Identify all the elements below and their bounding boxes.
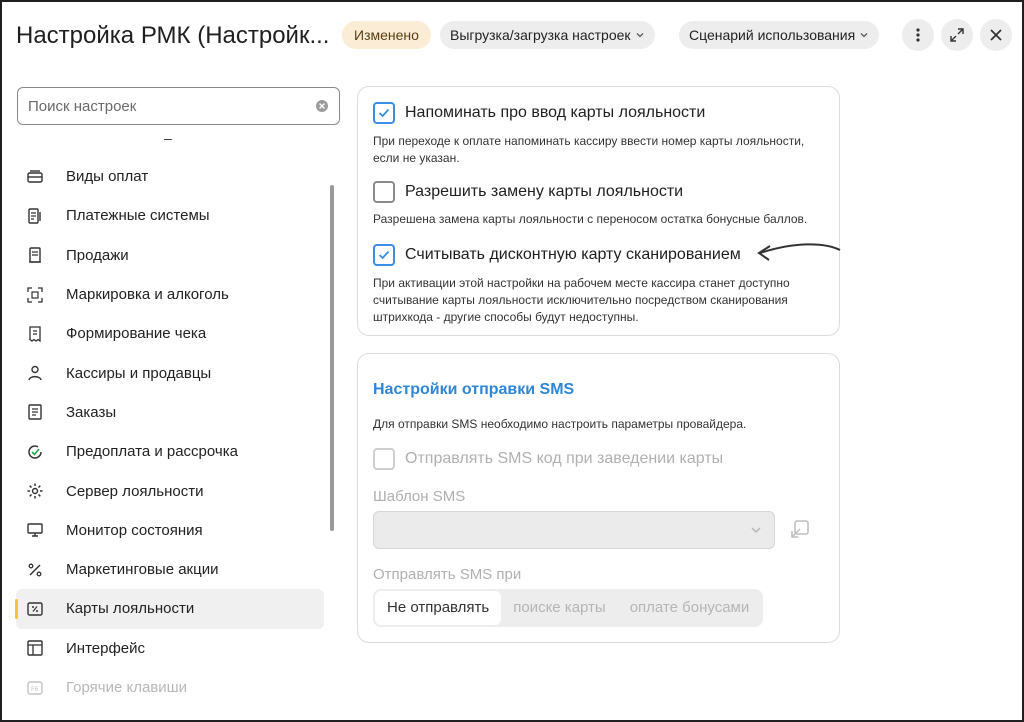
sidebar-item-label: Формирование чека	[66, 325, 207, 343]
sidebar-item-label: Кассиры и продавцы	[66, 364, 212, 382]
more-button[interactable]	[902, 19, 934, 51]
interface-icon	[26, 639, 44, 657]
sidebar-item-label: Маркировка и алкоголь	[66, 286, 229, 304]
more-vertical-icon	[916, 28, 920, 42]
sidebar-item-orders[interactable]: Заказы	[16, 393, 324, 432]
send-sms-code-label: Отправлять SMS код при заведении карты	[405, 450, 724, 467]
search-input[interactable]	[28, 97, 315, 115]
page-title: Настройка РМК (Настройк...	[16, 22, 330, 49]
changed-badge: Изменено	[342, 21, 431, 49]
send-when-option-none[interactable]: Не отправлять	[375, 591, 502, 625]
sidebar-item-hotkeys[interactable]: F6 Горячие клавиши	[16, 668, 324, 707]
prepayment-icon	[26, 443, 44, 461]
monitor-icon	[26, 521, 44, 539]
chevron-down-icon	[751, 527, 761, 533]
sales-icon	[26, 246, 44, 264]
sms-settings-card: Настройки отправки SMS Для отправки SMS …	[357, 353, 840, 643]
payment-types-icon	[26, 168, 44, 186]
chevron-down-icon	[636, 33, 644, 38]
allow-replace-label: Разрешить замену карты лояльности	[405, 183, 684, 200]
sms-description: Для отправки SMS необходимо настроить па…	[373, 417, 747, 431]
sidebar-item-loyalty-server[interactable]: Сервер лояльности	[16, 471, 324, 510]
payment-systems-icon	[26, 207, 44, 225]
allow-replace-option[interactable]: Разрешить замену карты лояльности	[373, 181, 683, 203]
open-template-icon[interactable]	[790, 519, 810, 539]
settings-window: Настройка РМК (Настройк... Изменено Выгр…	[0, 0, 1024, 722]
sidebar-item-label: Горячие клавиши	[66, 679, 188, 696]
send-when-label: Отправлять SMS при	[373, 566, 522, 583]
receipt-icon	[26, 325, 44, 343]
sidebar-item-label: Виды оплат	[66, 168, 149, 186]
expand-button[interactable]	[941, 19, 973, 51]
sidebar-item-payment-types[interactable]: Виды оплат	[16, 157, 324, 196]
sidebar-item-marking[interactable]: Маркировка и алкоголь	[16, 275, 324, 314]
sidebar-item-label: Маркетинговые акции	[66, 561, 219, 579]
close-icon	[990, 29, 1002, 41]
search-box	[17, 87, 340, 125]
sidebar-item-interface[interactable]: Интерфейс	[16, 629, 324, 668]
sidebar-item-cashiers[interactable]: Кассиры и продавцы	[16, 353, 324, 392]
sms-template-label: Шаблон SMS	[373, 488, 466, 505]
expand-icon	[950, 28, 964, 42]
scan-only-label: Считывать дисконтную карту сканированием	[405, 246, 741, 263]
clear-search-icon[interactable]	[315, 99, 329, 113]
svg-text:F6: F6	[31, 686, 38, 693]
allow-replace-checkbox[interactable]	[373, 181, 395, 203]
sidebar-item-label: Сервер лояльности	[66, 482, 204, 500]
send-sms-code-checkbox[interactable]	[373, 448, 395, 470]
scenario-menu[interactable]: Сценарий использования	[679, 21, 880, 49]
sidebar-item-label: Предоплата и рассрочка	[66, 443, 238, 461]
chevron-down-icon	[860, 33, 868, 38]
sidebar-item-label: Карты лояльности	[66, 600, 195, 618]
remind-card-option[interactable]: Напоминать про ввод карты лояльности	[373, 102, 705, 124]
marking-icon	[26, 286, 44, 304]
allow-replace-hint: Разрешена замена карты лояльности с пере…	[373, 212, 808, 226]
remind-card-checkbox[interactable]	[373, 102, 395, 124]
sidebar-item-label: Заказы	[66, 403, 117, 421]
sidebar-item-label: Продажи	[66, 246, 129, 264]
collapse-mark[interactable]: –	[164, 130, 172, 146]
sidebar-item-receipt[interactable]: Формирование чека	[16, 314, 324, 353]
sidebar-item-label: Монитор состояния	[66, 521, 203, 539]
loyalty-card-icon	[26, 600, 44, 618]
sidebar-item-sales[interactable]: Продажи	[16, 236, 324, 275]
close-button[interactable]	[980, 19, 1012, 51]
send-when-option-search[interactable]: поиске карты	[501, 591, 617, 625]
export-import-menu[interactable]: Выгрузка/загрузка настроек	[440, 21, 655, 49]
sms-section-title: Настройки отправки SMS	[373, 381, 575, 398]
sidebar-item-marketing[interactable]: Маркетинговые акции	[16, 550, 324, 589]
orders-icon	[26, 403, 44, 421]
hotkeys-icon: F6	[26, 679, 44, 697]
scenario-label: Сценарий использования	[689, 27, 856, 43]
scan-only-checkbox[interactable]	[373, 244, 395, 266]
check-icon	[378, 108, 390, 118]
remind-card-hint: При переходе к оплате напоминать кассиру…	[373, 134, 805, 165]
scan-only-option[interactable]: Считывать дисконтную карту сканированием	[373, 244, 741, 266]
loyalty-settings-card: Напоминать про ввод карты лояльности При…	[357, 86, 840, 336]
send-sms-code-option[interactable]: Отправлять SMS код при заведении карты	[373, 448, 723, 470]
sidebar-item-loyalty-cards[interactable]: Карты лояльности	[15, 589, 324, 629]
sidebar-item-monitor[interactable]: Монитор состояния	[16, 511, 324, 550]
annotation-arrow-icon	[757, 243, 841, 261]
scan-only-hint: При активации этой настройки на рабочем …	[373, 276, 790, 324]
gear-icon	[26, 482, 44, 500]
check-icon	[378, 250, 390, 260]
sidebar-item-label: Интерфейс	[66, 639, 146, 657]
percent-icon	[26, 561, 44, 579]
sidebar-item-prepayment[interactable]: Предоплата и рассрочка	[16, 432, 324, 471]
settings-nav: Виды оплат Платежные системы Продажи Мар…	[15, 157, 324, 707]
send-when-option-bonus[interactable]: оплате бонусами	[618, 591, 762, 625]
send-when-segmented: Не отправлять поиске карты оплате бонуса…	[373, 589, 764, 627]
export-import-label: Выгрузка/загрузка настроек	[450, 27, 631, 43]
sidebar-scrollbar[interactable]	[330, 185, 334, 531]
sms-template-select[interactable]	[373, 511, 775, 549]
sidebar-item-label: Платежные системы	[66, 207, 210, 225]
cashier-icon	[26, 364, 44, 382]
sidebar-item-payment-systems[interactable]: Платежные системы	[16, 196, 324, 235]
remind-card-label: Напоминать про ввод карты лояльности	[405, 104, 706, 121]
